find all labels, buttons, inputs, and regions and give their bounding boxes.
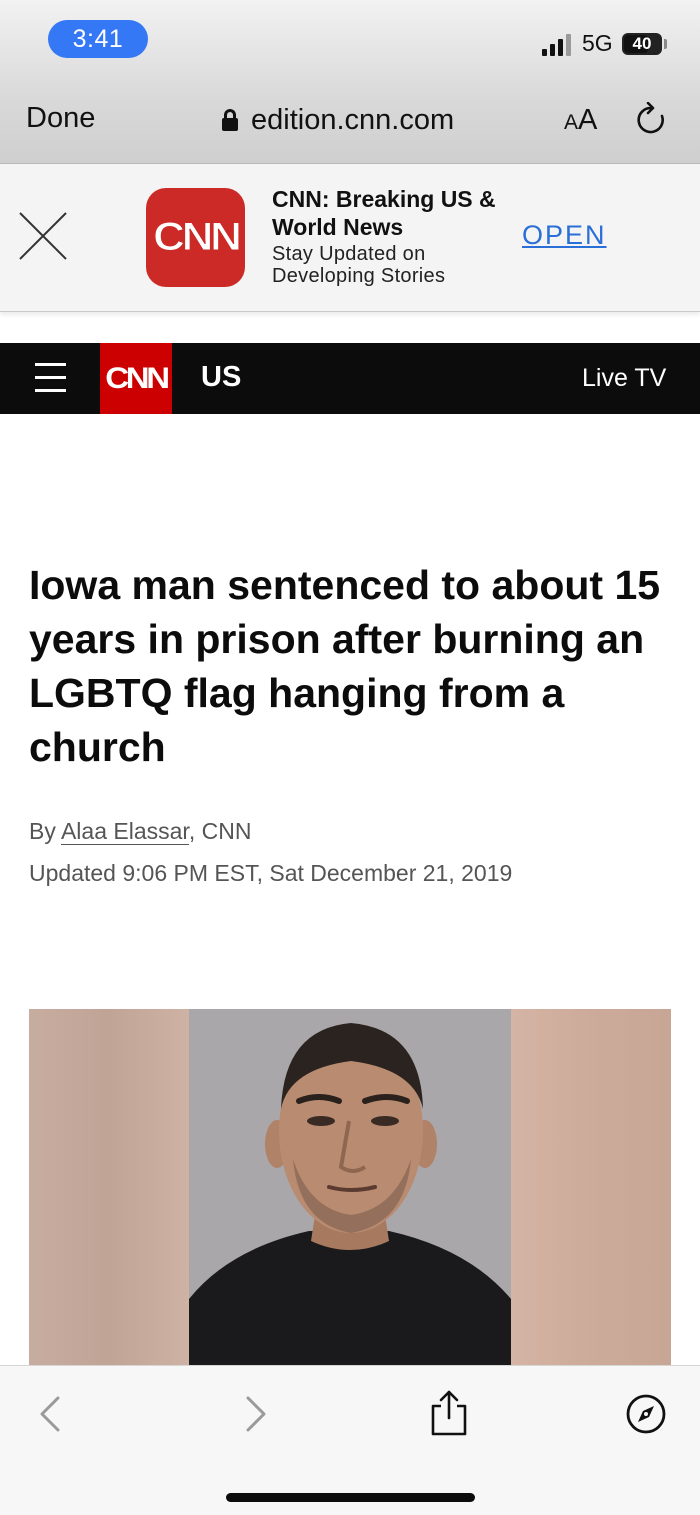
byline-prefix: By	[29, 818, 61, 844]
article-image[interactable]	[29, 1009, 671, 1365]
battery-icon: 40	[622, 33, 662, 55]
status-time[interactable]: 3:41	[48, 20, 148, 58]
battery-level: 40	[632, 34, 652, 53]
text-size-button[interactable]: AA	[564, 104, 597, 137]
lock-icon	[222, 109, 238, 131]
url-text: edition.cnn.com	[251, 103, 455, 136]
site-header: CNN US Live TV	[0, 343, 700, 414]
battery-nub	[664, 39, 667, 49]
author-link[interactable]: Alaa Elassar	[60, 818, 189, 845]
text-size-big: A	[578, 104, 598, 136]
menu-icon[interactable]	[35, 363, 66, 393]
done-button[interactable]: Done	[26, 102, 95, 135]
cnn-logo: CNN	[152, 215, 242, 260]
text-size-small: A	[564, 111, 579, 134]
byline: By Alaa Elassar, CNN	[29, 818, 251, 845]
close-icon[interactable]	[18, 211, 68, 261]
section-link-us[interactable]: US	[201, 361, 241, 394]
updated-timestamp: Updated 9:06 PM EST, Sat December 21, 20…	[29, 860, 513, 886]
browser-chrome: 3:41 5G 40 Done edition.cnn.com AA	[0, 0, 700, 164]
byline-suffix: , CNN	[188, 818, 252, 844]
signal-strength-icon	[542, 34, 574, 56]
compass-icon[interactable]	[624, 1392, 668, 1436]
article-headline: Iowa man sentenced to about 15 years in …	[29, 562, 661, 770]
forward-button[interactable]	[232, 1392, 276, 1436]
image-blur-left	[29, 1009, 189, 1365]
home-indicator[interactable]	[226, 1493, 475, 1502]
app-title: CNN: Breaking US & World News	[272, 186, 496, 240]
cnn-home-link[interactable]: CNN	[100, 343, 172, 414]
open-app-button[interactable]: OPEN	[522, 220, 607, 251]
image-blur-right	[511, 1009, 671, 1365]
network-type: 5G	[582, 30, 613, 56]
share-icon[interactable]	[427, 1388, 471, 1438]
mugshot-image	[189, 1009, 511, 1365]
address-bar[interactable]: edition.cnn.com	[222, 100, 454, 140]
reload-icon[interactable]	[636, 102, 666, 136]
cnn-logo: CNN	[105, 361, 170, 395]
live-tv-link[interactable]: Live TV	[582, 364, 666, 393]
app-subtitle: Stay Updated on Developing Stories	[272, 243, 446, 287]
back-button[interactable]	[30, 1392, 74, 1436]
app-icon[interactable]: CNN	[146, 188, 245, 287]
browser-toolbar	[0, 1365, 700, 1515]
app-banner: CNN CNN: Breaking US & World News Stay U…	[0, 164, 700, 312]
